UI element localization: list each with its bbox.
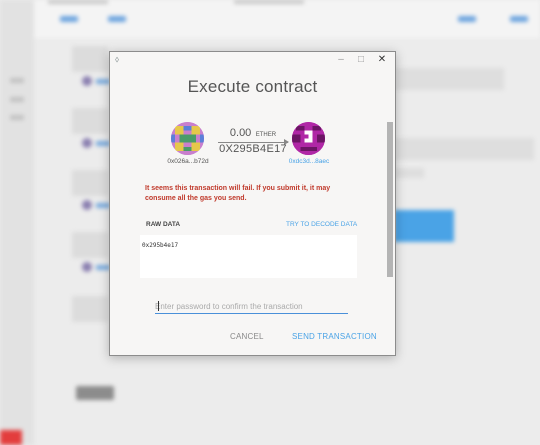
background-link [96,265,110,270]
background-sidebar-mark [10,78,24,83]
background-link [96,203,110,208]
dialog-title: Execute contract [187,77,318,96]
transaction-fail-warning: It seems this transaction will fail. If … [145,185,331,202]
contract-address-link[interactable]: 0xdc3d...8aec [279,158,339,165]
background-panel [72,46,108,72]
background-panel [72,232,108,258]
maximize-button[interactable]: □ [351,52,371,68]
raw-data-label: RAW DATA [146,221,181,228]
scrollbar-thumb[interactable] [387,122,393,277]
background-sidebar-mark [10,115,24,120]
background-field [394,68,504,90]
background-panel [72,296,108,322]
background-topbar-mark [234,0,304,4]
amount-value: 0.00 [229,127,252,139]
background-tab [458,16,476,22]
background-tab [108,16,126,22]
cancel-button[interactable]: CANCEL [230,332,264,341]
close-button[interactable]: ✕ [372,52,392,68]
amount-display: 0.00 ETHER [218,123,288,141]
password-input[interactable] [155,300,348,314]
background-link [96,141,110,146]
from-address: 0x026a...b72d [167,158,209,165]
background-link [96,79,110,84]
raw-data-box: 0x295b4e17 [140,235,357,278]
window-titlebar: ⬨ – □ ✕ [110,52,395,68]
execute-contract-dialog: ⬨ – □ ✕ Execute contract 0x026a...b72d 0… [109,51,396,356]
background-chip [76,386,114,400]
background-avatar [82,200,92,210]
background-field [394,168,424,178]
amount-unit: ETHER [255,132,277,138]
contract-function-signature: 0X295B4E17 [219,143,287,155]
background-button [394,210,454,242]
background-topbar [34,0,540,38]
background-panel [72,170,108,196]
background-avatar [82,138,92,148]
background-tab [60,16,78,22]
from-account-avatar[interactable] [171,122,204,155]
contract-avatar[interactable] [292,122,325,155]
send-transaction-button[interactable]: SEND TRANSACTION [292,332,377,341]
raw-data-value: 0x295b4e17 [142,242,179,249]
background-red-badge [0,430,22,445]
scrollbar[interactable] [387,122,393,277]
text-caret [158,301,159,311]
mist-icon: ⬨ [115,54,120,64]
background-sidebar-mark [10,97,24,102]
background-topbar-mark [48,0,108,4]
background-avatar [82,76,92,86]
background-tab [510,16,528,22]
background-panel [72,108,108,134]
decode-data-link[interactable]: TRY TO DECODE DATA [286,221,357,228]
background-field [394,138,534,160]
minimize-button[interactable]: – [331,52,351,68]
background-avatar [82,262,92,272]
background-sidebar [0,0,34,445]
